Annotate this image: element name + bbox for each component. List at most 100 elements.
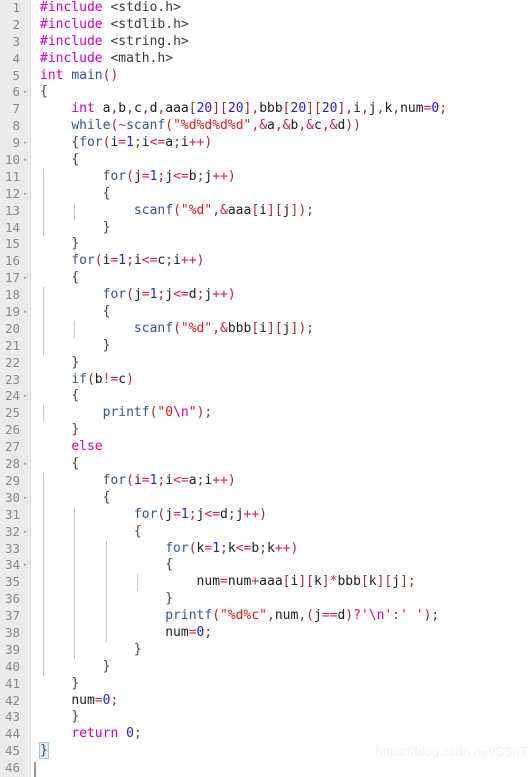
- code-line[interactable]: scanf("%d",&bbb[i][j]);: [32, 320, 532, 338]
- fold-toggle-icon[interactable]: ▾: [21, 152, 29, 169]
- indent-guide: [74, 624, 76, 642]
- code-line[interactable]: {: [32, 557, 532, 575]
- code-line-text: for(i=1;i<=c;i++): [71, 253, 205, 269]
- fold-toggle-icon[interactable]: ▾: [21, 186, 29, 203]
- line-number: 3▾: [12, 33, 20, 49]
- code-line[interactable]: num=num+aaa[i][k]*bbb[k][j];: [32, 574, 532, 592]
- code-line-text: {: [102, 185, 111, 201]
- code-line-text: {: [102, 304, 111, 320]
- fold-toggle-icon[interactable]: ▾: [21, 456, 29, 473]
- fold-toggle-icon[interactable]: ▾: [21, 490, 29, 507]
- indent-guide: [43, 658, 44, 676]
- code-line-text: #include <stdio.h>: [40, 0, 181, 15]
- code-line[interactable]: num=0;: [32, 693, 532, 710]
- line-number: 7▾: [12, 101, 20, 117]
- code-line-text: scanf("%d",&bbb[i][j]);: [133, 320, 314, 336]
- fold-toggle-icon[interactable]: ▾: [21, 388, 29, 405]
- code-line[interactable]: {: [32, 152, 532, 169]
- line-number: 15▾: [4, 236, 20, 252]
- code-line[interactable]: {: [32, 456, 532, 473]
- code-line[interactable]: }: [32, 676, 532, 693]
- code-line[interactable]: num=0;: [32, 624, 532, 642]
- line-number: 13▾: [4, 202, 20, 218]
- code-line[interactable]: #include <stdlib.h>: [32, 17, 532, 34]
- fold-toggle-icon[interactable]: ▾: [21, 135, 29, 152]
- code-line[interactable]: {: [32, 185, 532, 203]
- code-line-text: {: [102, 489, 111, 505]
- code-line[interactable]: {: [32, 84, 532, 101]
- indent-guide: [43, 219, 44, 237]
- code-line-text: return 0;: [71, 726, 142, 742]
- code-content-area[interactable]: #include <stdio.h> #include <stdlib.h> #in…: [32, 0, 532, 777]
- code-line-text: num=num+aaa[i][k]*bbb[k][j];: [196, 574, 416, 590]
- code-line[interactable]: for(j=1;j<=d;j++): [32, 506, 532, 524]
- code-line[interactable]: {: [32, 388, 532, 405]
- code-editor[interactable]: 1▾2▾3▾4▾5▾6▾7▾8▾9▾10▾11▾12▾13▾14▾15▾16▾1…: [0, 0, 532, 777]
- code-line[interactable]: {: [32, 523, 532, 541]
- code-line[interactable]: }: [32, 422, 532, 439]
- code-line[interactable]: }: [32, 641, 532, 659]
- code-line[interactable]: while(~scanf("%d%d%d%d",&a,&b,&c,&d)): [32, 118, 532, 135]
- code-line[interactable]: }: [32, 219, 532, 237]
- fold-toggle-icon[interactable]: ▾: [21, 524, 29, 541]
- code-line[interactable]: else: [32, 439, 532, 456]
- code-line[interactable]: printf("%d%c",num,(j==d)?'\n':' ');: [32, 608, 532, 625]
- code-line-text: for(j=1;j<=d;j++): [102, 287, 236, 303]
- code-line[interactable]: {: [32, 489, 532, 507]
- indent-guide: [43, 185, 44, 203]
- line-number: 6 ▾: [12, 84, 29, 101]
- code-line[interactable]: {: [32, 304, 532, 321]
- fold-toggle-icon[interactable]: ▾: [21, 304, 29, 321]
- code-line[interactable]: #include <string.h>: [32, 34, 532, 51]
- indent-guide: [105, 574, 107, 592]
- code-line[interactable]: }: [32, 591, 532, 609]
- line-number: 39▾: [4, 641, 20, 657]
- code-line[interactable]: for(i=1;i<=a;i++): [32, 472, 532, 490]
- line-number: 23▾: [4, 371, 20, 387]
- code-line[interactable]: {: [32, 270, 532, 287]
- code-line[interactable]: }: [32, 709, 532, 726]
- indent-guide: [74, 557, 76, 575]
- indent-guide: [43, 591, 44, 609]
- line-number: 21▾: [4, 337, 20, 353]
- code-line[interactable]: scanf("%d",&aaa[i][j]);: [32, 202, 532, 220]
- code-line-text: for(j=1;j<=b;j++): [102, 168, 236, 184]
- code-line[interactable]: int a,b,c,d,aaa[20][20],bbb[20][20],i,j,…: [32, 101, 532, 118]
- code-line-text: }: [133, 641, 142, 657]
- code-line-text: {: [40, 84, 48, 100]
- code-line-text: {: [133, 523, 142, 539]
- code-line[interactable]: for(k=1;k<=b;k++): [32, 540, 532, 558]
- code-line-text: }: [102, 219, 111, 235]
- fold-toggle-icon[interactable]: ▾: [21, 557, 29, 574]
- code-line[interactable]: {for(i=1;i<=a;i++): [32, 135, 532, 152]
- code-line-text: #include <stdlib.h>: [40, 16, 189, 32]
- code-line[interactable]: printf("0\n");: [32, 405, 532, 423]
- indent-guide: [43, 202, 44, 220]
- fold-toggle-icon[interactable]: ▾: [21, 84, 29, 101]
- code-line[interactable]: [32, 760, 532, 777]
- code-line[interactable]: if(b!=c): [32, 372, 532, 389]
- indent-guide: [74, 506, 76, 524]
- code-line[interactable]: }: [32, 658, 532, 676]
- line-number: 2▾: [12, 16, 20, 32]
- code-line[interactable]: }: [32, 355, 532, 372]
- code-line-text: #include <math.h>: [40, 50, 174, 66]
- code-line[interactable]: for(i=1;i<=c;i++): [32, 253, 532, 270]
- indent-guide: [74, 641, 76, 659]
- code-line[interactable]: }: [32, 236, 532, 253]
- indent-guide: [43, 574, 44, 592]
- line-number: 32 ▾: [4, 523, 29, 541]
- code-line[interactable]: for(j=1;j<=b;j++): [32, 168, 532, 186]
- fold-toggle-icon[interactable]: ▾: [21, 270, 29, 287]
- code-line[interactable]: #include <math.h>: [32, 51, 532, 68]
- code-line[interactable]: for(j=1;j<=d;j++): [32, 287, 532, 305]
- code-line[interactable]: #include <stdio.h>: [32, 0, 532, 17]
- code-line[interactable]: return 0;: [32, 726, 532, 743]
- code-line[interactable]: int main(): [32, 68, 532, 85]
- line-number-gutter[interactable]: 1▾2▾3▾4▾5▾6▾7▾8▾9▾10▾11▾12▾13▾14▾15▾16▾1…: [0, 0, 31, 777]
- code-line[interactable]: }: [32, 337, 532, 355]
- line-number: 16▾: [4, 253, 20, 269]
- code-line-text: num=0;: [165, 624, 213, 640]
- indent-guide: [43, 540, 44, 558]
- line-number: 19 ▾: [4, 304, 29, 321]
